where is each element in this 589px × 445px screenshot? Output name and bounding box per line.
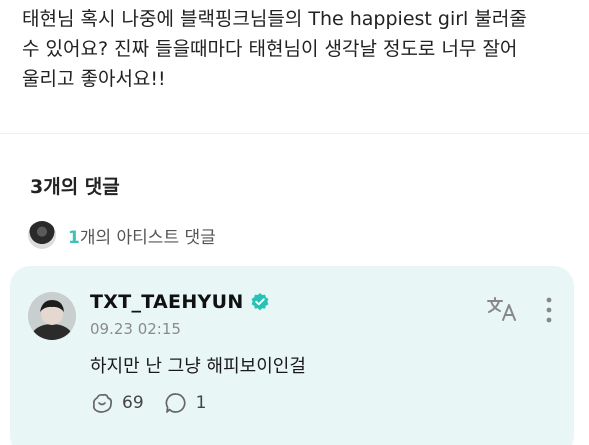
like-button[interactable]: 69 <box>90 391 144 415</box>
author-avatar[interactable] <box>28 292 76 340</box>
reply-button[interactable]: 1 <box>164 391 207 415</box>
author-name[interactable]: TXT_TAEHYUN <box>90 291 244 313</box>
avatar <box>28 221 56 249</box>
reply-count: 1 <box>195 393 207 413</box>
artist-comment-count: 1 <box>68 227 80 248</box>
artist-comment-label: 개의 아티스트 댓글 <box>79 227 216 248</box>
comment-text: 하지만 난 그냥 해피보이인걸 <box>90 356 306 377</box>
comment-actions: 69 1 <box>90 391 206 415</box>
post-text: 태현님 혹시 나중에 블랙핑크님들의 The happiest girl 불러줄… <box>22 8 527 90</box>
comment-count-heading: 3개의 댓글 <box>30 176 120 198</box>
translate-icon[interactable] <box>486 296 520 322</box>
like-count: 69 <box>122 393 144 413</box>
reply-icon <box>165 393 186 413</box>
comment-timestamp: 09.23 02:15 <box>90 320 181 338</box>
artist-comment-summary[interactable]: 1개의 아티스트 댓글 <box>28 220 216 250</box>
like-icon <box>92 393 113 413</box>
verified-badge-icon <box>250 292 270 312</box>
more-vertical-icon[interactable] <box>542 296 556 324</box>
post-page: 태현님 혹시 나중에 블랙핑크님들의 The happiest girl 불러줄… <box>0 0 589 445</box>
author-row: TXT_TAEHYUN <box>90 291 270 313</box>
avatar-image <box>28 292 76 340</box>
artist-comment-summary-label: 1개의 아티스트 댓글 <box>68 223 216 248</box>
divider <box>0 133 589 134</box>
artist-comment-card: TXT_TAEHYUN 09.23 02:15 하지만 난 그냥 해피보이인걸 … <box>10 266 574 445</box>
